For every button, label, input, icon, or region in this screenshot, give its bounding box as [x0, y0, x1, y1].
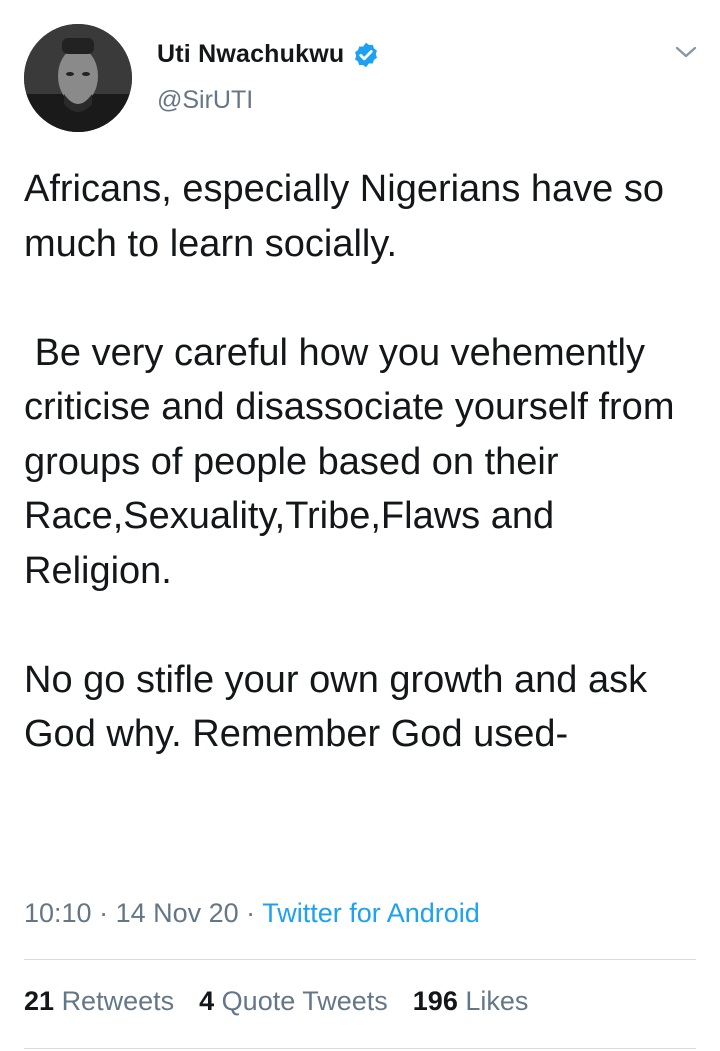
tweet-text: Africans, especially Nigerians have so m… [24, 162, 704, 762]
author-handle[interactable]: @SirUTI [157, 86, 253, 115]
quote-tweets-label: Quote Tweets [221, 986, 388, 1016]
tweet-time[interactable]: 10:10 [24, 898, 92, 928]
tweet-paragraph: Be very careful how you vehemently criti… [24, 331, 686, 592]
divider [24, 959, 696, 960]
avatar[interactable] [24, 24, 132, 132]
tweet-date[interactable]: 14 Nov 20 [116, 898, 239, 928]
avatar-image [24, 24, 132, 132]
divider [24, 1048, 696, 1049]
likes-count: 196 [412, 986, 458, 1016]
tweet-source-link[interactable]: Twitter for Android [262, 898, 480, 928]
likes-label: Likes [465, 986, 529, 1016]
author-name[interactable]: Uti Nwachukwu [157, 40, 344, 69]
quote-tweets-count: 4 [199, 986, 215, 1016]
meta-separator: · [238, 898, 263, 928]
retweets-count: 21 [24, 986, 55, 1016]
tweet-paragraph: Africans, especially Nigerians have so m… [24, 168, 675, 265]
quote-tweets-stat[interactable]: 4 Quote Tweets [199, 986, 388, 1017]
chevron-down-icon[interactable] [672, 42, 700, 62]
retweets-stat[interactable]: 21 Retweets [24, 986, 174, 1017]
meta-separator: · [91, 898, 116, 928]
verified-badge-icon [355, 42, 378, 67]
likes-stat[interactable]: 196 Likes [413, 986, 529, 1017]
tweet-paragraph: No go stifle your own growth and ask God… [24, 658, 658, 756]
tweet-meta: 10:10 · 14 Nov 20 · Twitter for Android [24, 898, 480, 929]
retweets-label: Retweets [61, 986, 175, 1016]
tweet-stats: 21 Retweets 4 Quote Tweets 196 Likes [24, 986, 553, 1017]
author-name-row[interactable]: Uti Nwachukwu [157, 40, 380, 69]
